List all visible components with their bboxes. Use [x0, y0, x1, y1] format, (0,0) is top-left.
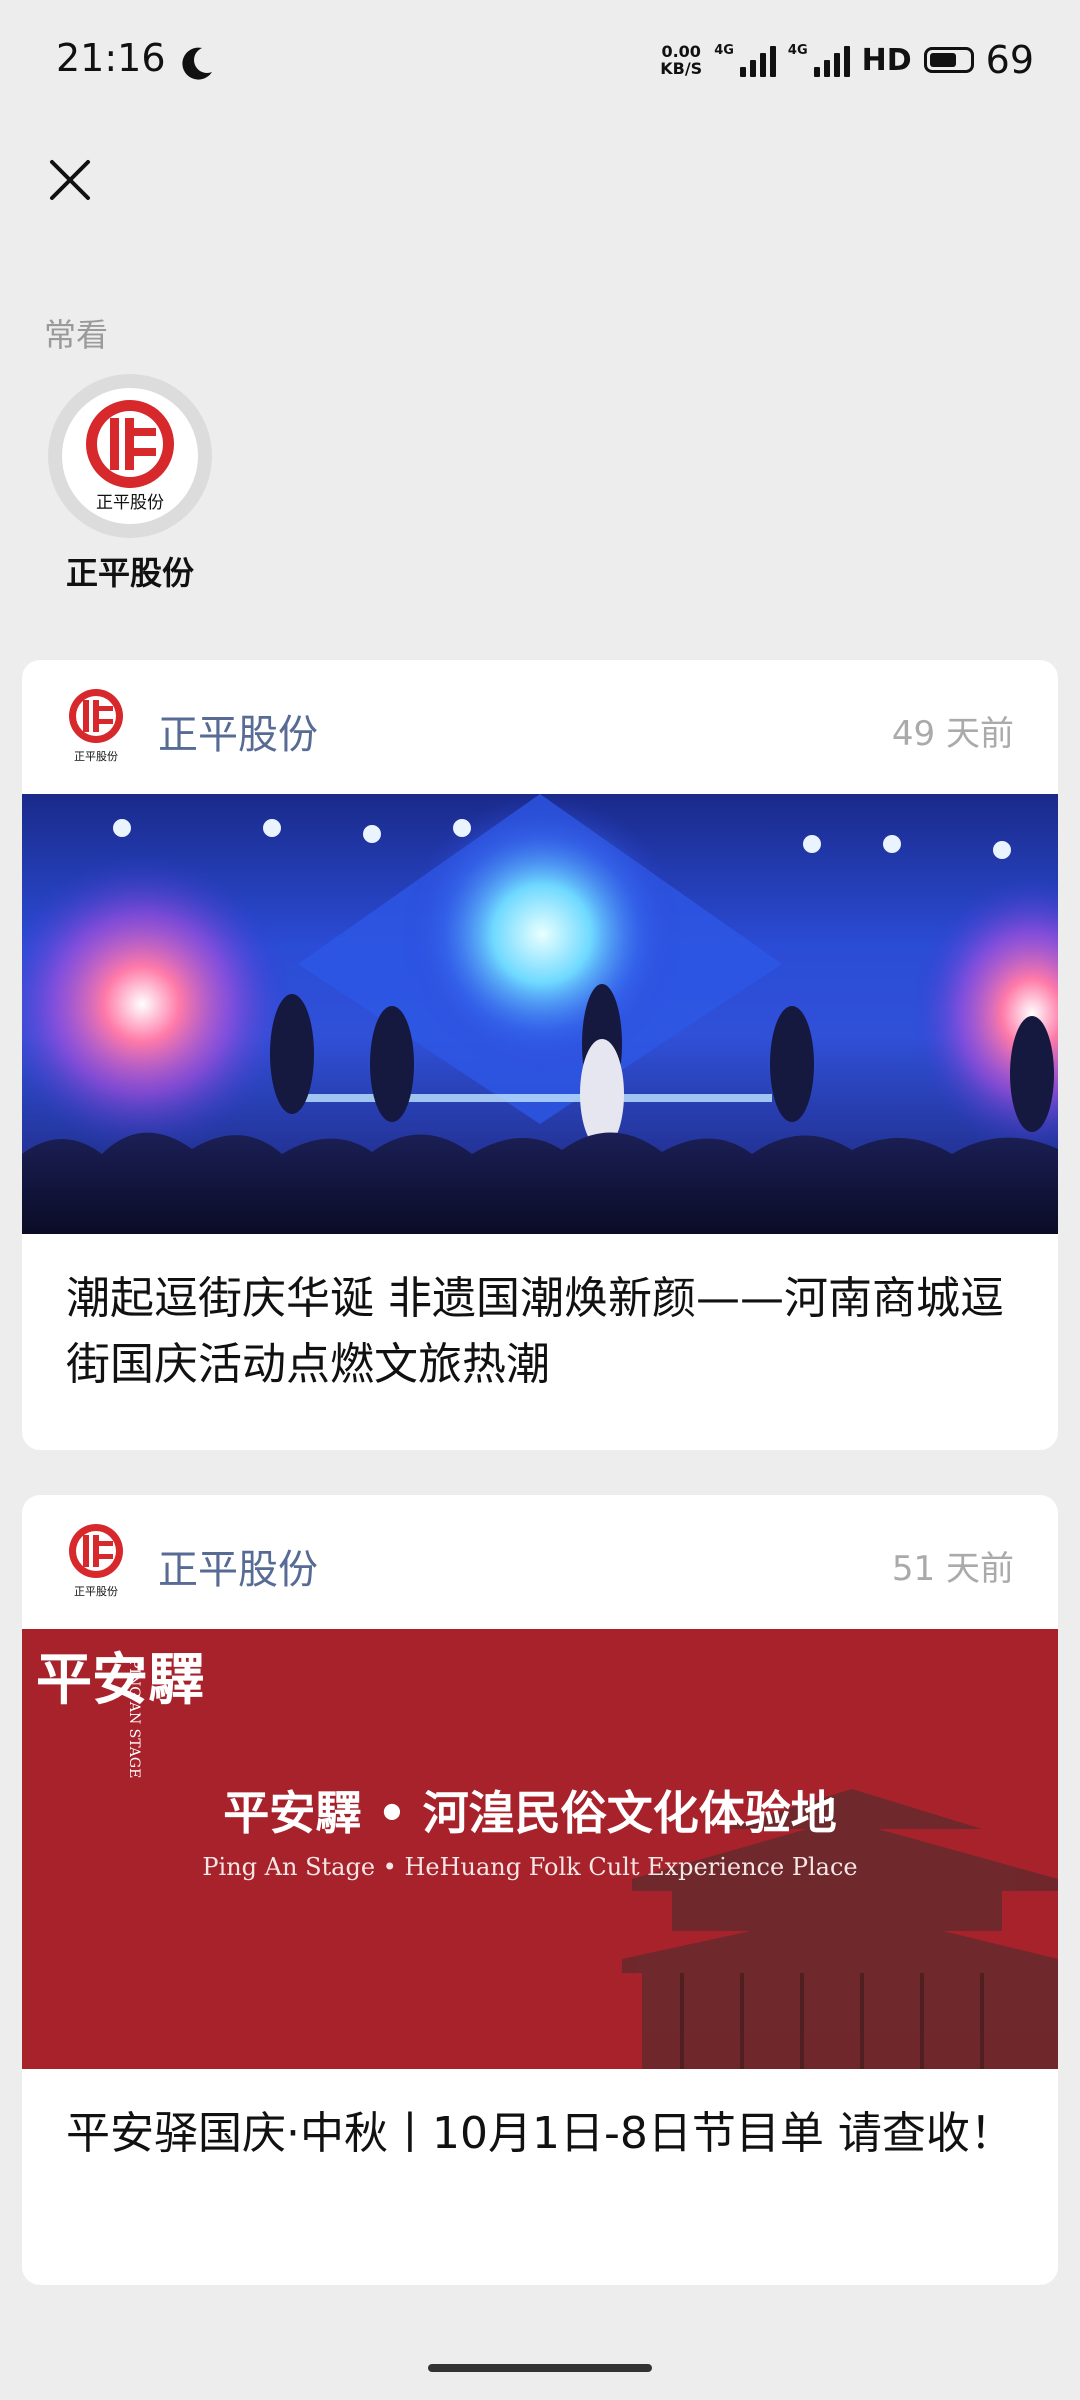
battery-icon: [923, 47, 974, 73]
cover-title: 平安驛 • 河湟民俗文化体验地: [223, 1786, 836, 1840]
battery-level: 69: [985, 38, 1034, 82]
red-banner-graphic: 平安驛 PING AN STAGE 平安驛 • 河湟民俗文化体验地 Ping A…: [36, 1647, 1058, 2069]
svg-text:正平股份: 正平股份: [74, 1585, 118, 1598]
svg-text:正平股份: 正平股份: [96, 493, 164, 513]
company-logo-icon: 正平股份: [69, 689, 123, 763]
signal-icon: 4G: [714, 43, 776, 77]
publish-time: 51 天前: [891, 1549, 1014, 1589]
article-title[interactable]: 平安驿国庆·中秋丨10月1日-8日节目单 请查收！: [22, 2069, 1058, 2167]
concert-stage-graphic: [22, 794, 1058, 1234]
publish-time: 49 天前: [891, 714, 1014, 754]
cover-subtitle: Ping An Stage • HeHuang Folk Cult Experi…: [202, 1853, 857, 1881]
status-time: 21:16: [56, 36, 166, 80]
avatar[interactable]: 正平股份: [48, 374, 212, 538]
article-card[interactable]: 正平股份 正平股份 49 天前 潮起逗街庆华诞 非遗国潮焕新颜——河南商城逗街国…: [22, 660, 1058, 1450]
card-header: 正平股份 正平股份 49 天前: [22, 660, 1058, 794]
svg-text:正平股份: 正平股份: [74, 750, 118, 763]
moon-icon: [182, 47, 212, 80]
article-cover-image[interactable]: [22, 794, 1058, 1234]
frequent-account-item[interactable]: 正平股份 正平股份: [44, 374, 216, 594]
home-indicator[interactable]: [428, 2364, 652, 2372]
cover-vertical-title: 平安驛: [36, 1647, 204, 1713]
signal-icon-2: 4G: [788, 43, 850, 77]
frequent-account-name: 正平股份: [65, 554, 194, 592]
status-bar: 21:16 0.00 KB/S 4G 4G HD 69: [0, 0, 1080, 125]
frequent-section-label: 常看: [44, 316, 109, 354]
company-logo-icon: 正平股份: [69, 1524, 123, 1598]
article-card[interactable]: 正平股份 正平股份 51 天前 平安驛 PING AN STAGE 平安驛 • …: [22, 1495, 1058, 2285]
status-indicators: 0.00 KB/S 4G 4G HD 69: [660, 38, 1034, 82]
hd-indicator: HD: [861, 42, 912, 78]
article-title[interactable]: 潮起逗街庆华诞 非遗国潮焕新颜——河南商城逗街国庆活动点燃文旅热潮: [22, 1234, 1058, 1398]
account-name[interactable]: 正平股份: [158, 1537, 318, 1595]
network-speed: 0.00 KB/S: [660, 42, 703, 78]
close-icon[interactable]: [44, 154, 96, 206]
card-header: 正平股份 正平股份 51 天前: [22, 1495, 1058, 1629]
company-logo-icon: 正平股份: [86, 400, 174, 513]
article-cover-image[interactable]: 平安驛 PING AN STAGE 平安驛 • 河湟民俗文化体验地 Ping A…: [22, 1629, 1058, 2069]
account-name[interactable]: 正平股份: [158, 702, 318, 760]
cover-vertical-subtitle: PING AN STAGE: [126, 1659, 142, 1778]
